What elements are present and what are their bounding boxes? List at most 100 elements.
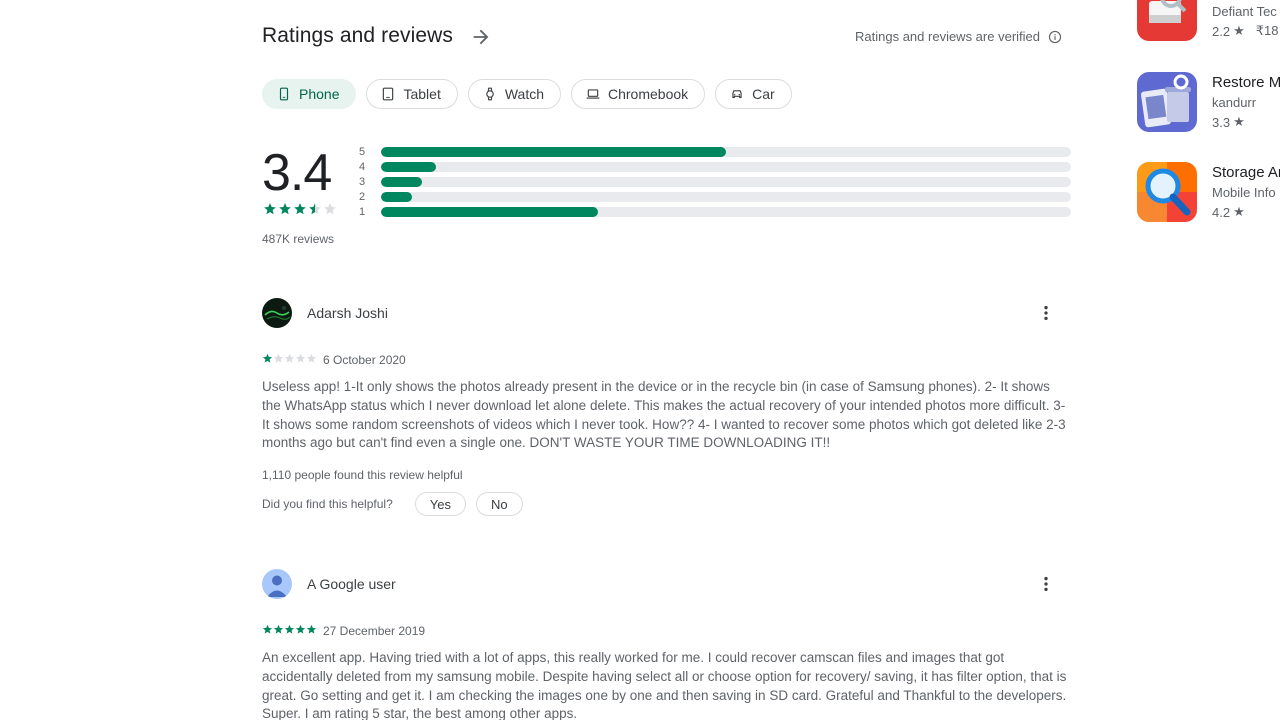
star-icon: [279, 203, 291, 215]
average-stars: [263, 202, 337, 216]
distribution-track: [381, 161, 1071, 172]
verified-text: Ratings and reviews are verified: [855, 29, 1040, 44]
laptop-icon: [586, 89, 600, 99]
chip-label: Watch: [504, 86, 544, 102]
magnifier-icon: [1137, 162, 1197, 222]
star-icon: [284, 624, 295, 634]
review-header: Adarsh Joshi: [262, 298, 1070, 328]
star-icon: [295, 624, 306, 634]
tablet-icon: [383, 87, 394, 101]
disk-recovery-icon: [1137, 0, 1197, 41]
reviewer-name: Adarsh Joshi: [307, 305, 388, 321]
app-developer: kandurr: [1212, 95, 1257, 110]
distribution-label: 1: [359, 205, 366, 218]
app-rating-value: 2.2: [1212, 23, 1231, 39]
review-meta: 6 October 2020: [262, 353, 1070, 367]
average-rating: 3.4: [262, 144, 332, 202]
review-date: 27 December 2019: [323, 624, 426, 638]
app-developer: Defiant Tec: [1212, 4, 1277, 19]
review-text: Useless app! 1-It only shows the photos …: [262, 379, 1066, 451]
star-icon: [306, 624, 317, 634]
chip-car[interactable]: Car: [715, 79, 792, 109]
app-price: ₹18: [1255, 23, 1279, 38]
app-rating-value: 4.2: [1212, 204, 1231, 220]
distribution-row: 5: [359, 144, 1071, 159]
star-icon: [309, 203, 321, 215]
chip-chromebook[interactable]: Chromebook: [571, 79, 706, 109]
more-options-button[interactable]: [1032, 570, 1060, 598]
more-vert-icon: [1044, 576, 1048, 592]
distribution-row: 2: [359, 189, 1071, 204]
info-icon[interactable]: [1048, 30, 1062, 44]
distribution-label: 3: [359, 175, 366, 188]
review-stars: [262, 351, 317, 369]
phone-icon: [279, 87, 289, 101]
app-developer: Mobile Info: [1212, 185, 1276, 200]
helpful-count: 1,110 people found this review helpful: [262, 468, 463, 483]
helpful-no-button[interactable]: No: [475, 492, 523, 517]
distribution-row: 1: [359, 204, 1071, 219]
chip-label: Chromebook: [608, 86, 689, 102]
similar-app-card[interactable]: Defiant Tec 2.2 ★ ₹18: [1137, 0, 1280, 43]
reviewer-name: A Google user: [307, 576, 396, 592]
similar-app-card[interactable]: Storage Ar Mobile Info 4.2 ★: [1137, 162, 1280, 224]
distribution-track: [381, 146, 1071, 157]
helpful-feedback: Did you find this helpful? Yes No: [262, 492, 1070, 517]
distribution-fill: [381, 191, 413, 202]
more-options-button[interactable]: [1032, 299, 1060, 327]
total-reviews: 487K reviews: [262, 232, 335, 246]
similar-app-card[interactable]: Restore M kandurr 3.3 ★: [1137, 72, 1280, 134]
chip-label: Phone: [299, 86, 340, 102]
distribution-track: [381, 191, 1071, 202]
star-icon: [262, 624, 273, 634]
rating-summary: 3.4 487K reviews 5 4 3 2 1: [262, 140, 1071, 250]
car-icon: [732, 90, 742, 99]
distribution-track: [381, 206, 1071, 217]
reviewer-avatar: [262, 298, 292, 328]
rating-distribution: 5 4 3 2 1: [359, 144, 1071, 219]
star-icon: [324, 203, 336, 215]
distribution-fill: [381, 161, 437, 172]
chip-label: Car: [752, 86, 775, 102]
photo-avatar-icon: [262, 298, 292, 328]
app-rating: 4.2 ★: [1212, 204, 1245, 220]
ratings-header: Ratings and reviews Ratings and reviews …: [262, 22, 1070, 54]
distribution-label: 4: [359, 160, 366, 173]
distribution-label: 2: [359, 190, 366, 203]
more-vert-icon: [1044, 305, 1048, 321]
arrow-forward-icon[interactable]: [470, 26, 492, 48]
star-icon: [273, 353, 284, 363]
app-rating-value: 3.3: [1212, 114, 1231, 130]
star-icon: ★: [1233, 204, 1245, 219]
star-icon: ★: [1233, 23, 1245, 38]
review-card: Adarsh Joshi 6 October 2020 Useless app!…: [262, 298, 1070, 517]
helpful-question: Did you find this helpful?: [262, 497, 393, 512]
default-user-avatar-icon: [262, 569, 292, 599]
chip-phone[interactable]: Phone: [262, 79, 357, 109]
chip-tablet[interactable]: Tablet: [366, 79, 458, 109]
section-title: Ratings and reviews: [262, 24, 453, 47]
star-icon: [284, 353, 295, 363]
star-icon: [264, 203, 276, 215]
distribution-fill: [381, 176, 423, 187]
restore-trash-icon: [1137, 72, 1197, 132]
star-icon: [294, 203, 306, 215]
chip-watch[interactable]: Watch: [467, 79, 561, 109]
star-icon: [273, 624, 284, 634]
review-stars: [262, 622, 317, 640]
distribution-row: 4: [359, 159, 1071, 174]
reviewer-avatar: [262, 569, 292, 599]
distribution-fill: [381, 146, 726, 157]
device-filter-chips: Phone Tablet Watch Chromebook Car: [262, 79, 792, 109]
distribution-label: 5: [359, 145, 366, 158]
review-header: A Google user: [262, 569, 1070, 599]
app-rating: 3.3 ★: [1212, 114, 1245, 130]
distribution-row: 3: [359, 174, 1071, 189]
review-meta: 27 December 2019: [262, 624, 1070, 638]
review-text: An excellent app. Having tried with a lo…: [262, 650, 1067, 720]
app-name: Restore M: [1212, 74, 1280, 91]
helpful-yes-button[interactable]: Yes: [414, 492, 466, 517]
star-icon: [306, 353, 317, 363]
star-icon: [295, 353, 306, 363]
review-card: A Google user 27 December 2019 An excell…: [262, 569, 1070, 720]
